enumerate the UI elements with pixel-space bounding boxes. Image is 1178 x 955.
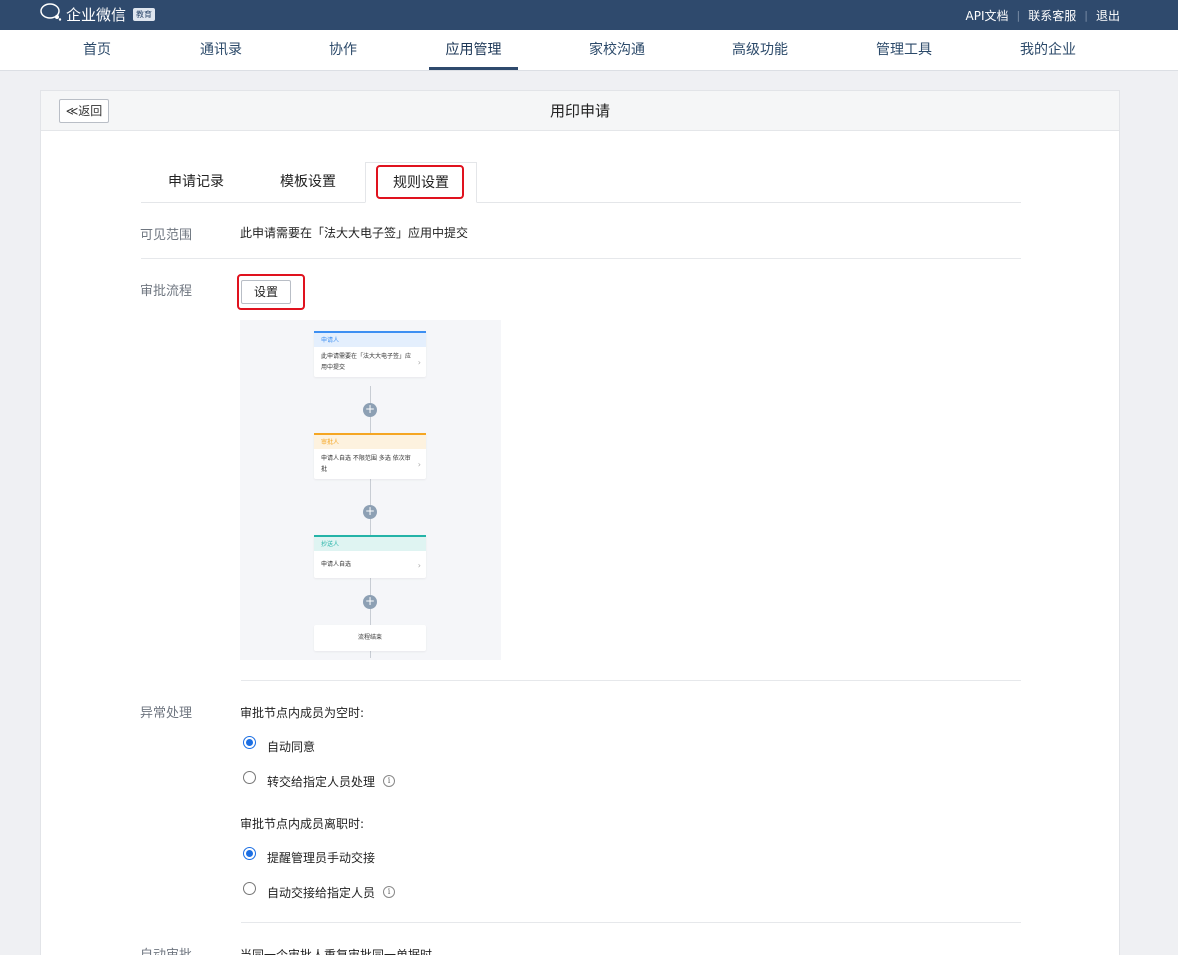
visibility-label: 可见范围	[140, 228, 193, 243]
logo[interactable]: 企业微信 教育	[40, 3, 156, 25]
divider	[141, 258, 1021, 259]
empty-member-title: 审批节点内成员为空时:	[240, 706, 365, 720]
cc-node-text: 申请人自选	[321, 561, 352, 568]
option-transfer-designated[interactable]: 转交给指定人员处理	[267, 773, 375, 790]
edu-badge: 教育	[133, 7, 156, 21]
applicant-node-body: 此申请需要在「法大大电子签」应用中提交 ›	[314, 347, 426, 377]
logout-link[interactable]: 退出	[1096, 7, 1120, 24]
tab-records[interactable]: 申请记录	[156, 162, 236, 203]
nav-advanced[interactable]: 高级功能	[722, 30, 798, 70]
highlight-settings-button	[237, 274, 305, 310]
visibility-text: 此申请需要在「法大大电子签」应用中提交	[240, 226, 469, 240]
option-remind-admin[interactable]: 提醒管理员手动交接	[267, 849, 375, 866]
add-node-plus-icon[interactable]: +	[363, 403, 377, 417]
card-header: 用印申请 ≪返回	[41, 91, 1119, 131]
nav-my-company[interactable]: 我的企业	[1010, 30, 1086, 70]
approval-label: 审批流程	[140, 284, 193, 299]
nav-home-school[interactable]: 家校沟通	[580, 30, 654, 70]
chat-bubble-icon	[40, 3, 62, 25]
flow-end-node: 流程结束	[314, 625, 426, 651]
chevron-right-icon: ›	[417, 560, 421, 570]
flow-connector	[370, 386, 371, 658]
top-bar: 企业微信 教育 API文档 | 联系客服 | 退出	[0, 0, 1178, 30]
cc-node-body: 申请人自选 ›	[314, 551, 426, 578]
exception-label: 异常处理	[140, 706, 193, 721]
cc-node-title: 抄送人	[314, 535, 426, 551]
nav-app-management[interactable]: 应用管理	[429, 30, 518, 70]
option-auto-handover[interactable]: 自动交接给指定人员	[267, 884, 375, 901]
link-divider: |	[1016, 9, 1021, 22]
back-button[interactable]: ≪返回	[59, 99, 109, 123]
chevron-right-icon: ›	[417, 460, 421, 469]
approver-node-body: 申请人自选 不限范围 多选 依次审批 ›	[314, 449, 426, 479]
divider	[241, 680, 1021, 681]
chevron-right-icon: ›	[417, 358, 421, 367]
auto-approval-text: 当同一个审批人重复审批同一单据时	[240, 948, 433, 955]
info-icon[interactable]: i	[383, 775, 395, 787]
divider	[241, 922, 1021, 923]
contact-support-link[interactable]: 联系客服	[1028, 7, 1076, 24]
approver-node-text: 申请人自选 不限范围 多选 依次审批	[321, 455, 411, 473]
radio-remind-admin[interactable]	[243, 847, 256, 860]
main-nav: 首页 通讯录 协作 应用管理 家校沟通 高级功能 管理工具 我的企业	[0, 30, 1178, 71]
auto-approval-label: 自动审批	[140, 944, 192, 955]
info-icon[interactable]: i	[383, 886, 395, 898]
option-auto-approve[interactable]: 自动同意	[267, 738, 315, 755]
applicant-node-text: 此申请需要在「法大大电子签」应用中提交	[321, 353, 412, 371]
approver-node[interactable]: 审批人 申请人自选 不限范围 多选 依次审批 ›	[314, 433, 426, 479]
add-node-plus-icon[interactable]: +	[363, 595, 377, 609]
radio-auto-approve[interactable]	[243, 736, 256, 749]
nav-contacts[interactable]: 通讯录	[188, 30, 254, 70]
link-divider: |	[1084, 9, 1088, 22]
add-node-plus-icon[interactable]: +	[363, 505, 377, 519]
nav-home[interactable]: 首页	[67, 30, 127, 70]
left-member-title: 审批节点内成员离职时:	[240, 817, 365, 831]
approval-flow-preview: 申请人 此申请需要在「法大大电子签」应用中提交 › + 审批人 申请人自选 不限…	[240, 320, 501, 660]
applicant-node[interactable]: 申请人 此申请需要在「法大大电子签」应用中提交 ›	[314, 331, 426, 377]
highlight-rules-tab	[376, 165, 464, 199]
applicant-node-title: 申请人	[314, 331, 426, 347]
radio-auto-handover[interactable]	[243, 882, 256, 895]
app-name: 企业微信	[66, 5, 127, 24]
tab-template[interactable]: 模板设置	[268, 162, 348, 203]
nav-collaboration[interactable]: 协作	[315, 30, 371, 70]
approver-node-title: 审批人	[314, 433, 426, 449]
cc-node[interactable]: 抄送人 申请人自选 ›	[314, 535, 426, 578]
tab-bar: 申请记录 模板设置 规则设置	[141, 162, 1021, 203]
nav-admin-tools[interactable]: 管理工具	[866, 30, 942, 70]
radio-transfer-designated[interactable]	[243, 771, 256, 784]
api-docs-link[interactable]: API文档	[966, 7, 1009, 24]
page-title: 用印申请	[549, 102, 610, 120]
top-links: API文档 | 联系客服 | 退出	[966, 7, 1120, 24]
settings-card: 用印申请 ≪返回 申请记录 模板设置 规则设置 可见范围 此申请需要在「法大大电…	[40, 90, 1120, 955]
